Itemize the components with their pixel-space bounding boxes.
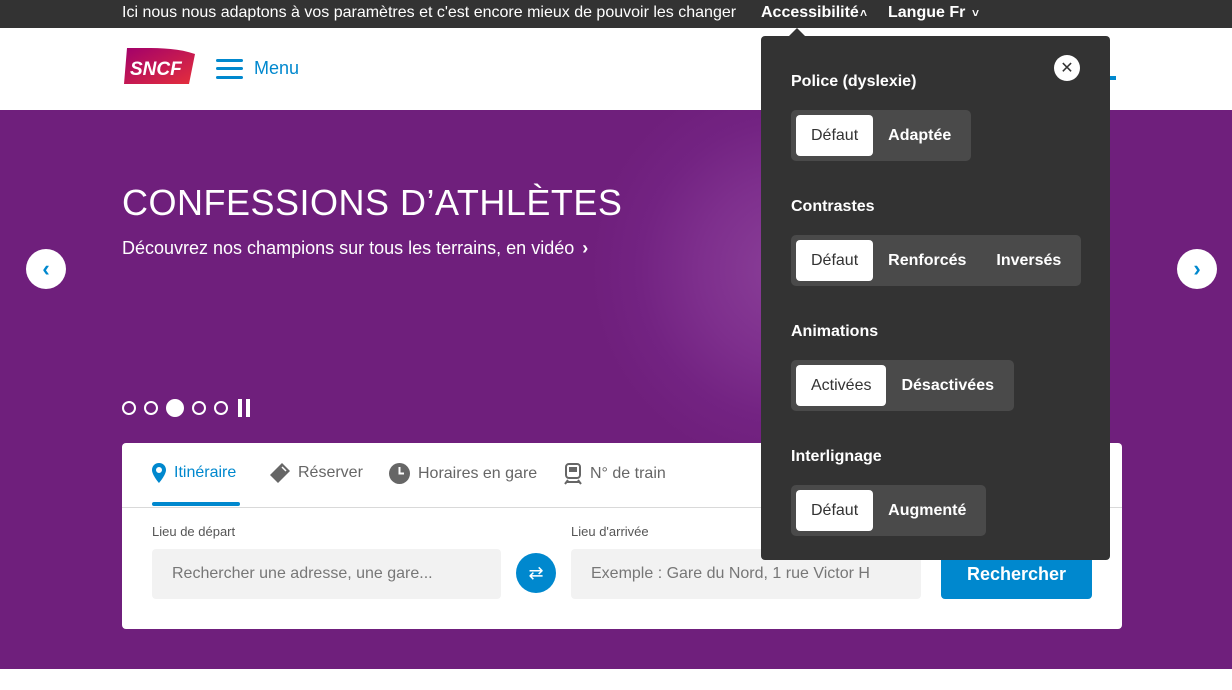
tab-itineraire[interactable]: Itinéraire [152, 463, 236, 483]
animations-option-enabled[interactable]: Activées [796, 365, 887, 406]
train-icon [564, 463, 582, 485]
departure-label: Lieu de départ [152, 524, 236, 539]
swap-button[interactable]: ⇄ [516, 553, 556, 593]
animations-options: Activées Désactivées [791, 360, 1014, 411]
carousel-next-button[interactable]: › [1177, 249, 1217, 289]
carousel-indicators [122, 399, 254, 417]
line-spacing-options: Défaut Augmenté [791, 485, 987, 536]
tab-label: Réserver [298, 464, 363, 481]
panel-caret [789, 28, 805, 36]
close-button[interactable]: ✕ [1054, 55, 1080, 81]
hamburger-icon [216, 58, 243, 79]
contrast-option-enhanced[interactable]: Renforcés [873, 240, 981, 281]
chevron-down-icon[interactable]: ˅ [972, 6, 979, 20]
chevron-right-icon: › [1193, 256, 1201, 281]
font-group-label: Police (dyslexie) [791, 73, 917, 90]
top-info-bar: Ici nous nous adaptons à vos paramètres … [0, 0, 1232, 28]
carousel-dot-1[interactable] [122, 401, 136, 415]
departure-input[interactable] [152, 549, 501, 599]
contrast-option-inverted[interactable]: Inversés [981, 240, 1076, 281]
tab-label: Horaires en gare [418, 464, 538, 482]
tab-numero-train[interactable]: N° de train [564, 463, 666, 485]
close-icon: ✕ [1060, 60, 1074, 77]
pause-icon[interactable] [238, 399, 254, 417]
logo-text: SNCF [130, 59, 183, 80]
carousel-dot-3[interactable] [166, 399, 184, 417]
settings-message: Ici nous nous adaptons à vos paramètres … [122, 4, 737, 21]
menu-button[interactable]: Menu [216, 58, 299, 79]
carousel-dot-5[interactable] [214, 401, 228, 415]
contrast-group-label: Contrastes [791, 198, 875, 215]
font-option-adapted[interactable]: Adaptée [873, 115, 966, 156]
language-selector[interactable]: Langue Fr [888, 4, 965, 22]
contrast-options: Défaut Renforcés Inversés [791, 235, 1082, 286]
chevron-right-icon: › [582, 238, 589, 258]
tab-horaires[interactable]: Horaires en gare [389, 463, 537, 484]
hero-subtitle-link[interactable]: Découvrez nos champions sur tous les ter… [122, 238, 588, 259]
font-option-default[interactable]: Défaut [796, 115, 874, 156]
tab-label: Itinéraire [174, 464, 237, 481]
font-options: Défaut Adaptée [791, 110, 972, 161]
clock-icon [389, 463, 410, 484]
line-spacing-group-label: Interlignage [791, 448, 882, 465]
menu-label: Menu [254, 58, 300, 78]
chevron-up-icon[interactable]: ˄ [860, 6, 867, 20]
sncf-logo[interactable]: SNCF [123, 46, 195, 84]
contrast-option-default[interactable]: Défaut [796, 240, 874, 281]
hero-title: CONFESSIONS D’ATHLÈTES [122, 182, 623, 223]
location-pin-icon [152, 463, 166, 483]
ticket-icon [270, 463, 290, 483]
line-spacing-option-default[interactable]: Défaut [796, 490, 874, 531]
swap-arrows-icon: ⇄ [528, 562, 544, 583]
chevron-left-icon: ‹ [42, 256, 50, 281]
active-tab-indicator [152, 502, 240, 506]
line-spacing-option-increased[interactable]: Augmenté [873, 490, 981, 531]
tab-reserver[interactable]: Réserver [270, 463, 363, 483]
carousel-dot-2[interactable] [144, 401, 158, 415]
arrival-label: Lieu d'arrivée [571, 524, 649, 539]
accessibility-toggle[interactable]: Accessibilité [761, 4, 859, 22]
hero-subtitle: Découvrez nos champions sur tous les ter… [122, 238, 575, 258]
accessibility-panel: ✕ Police (dyslexie) Défaut Adaptée Contr… [761, 28, 1110, 560]
carousel-dot-4[interactable] [192, 401, 206, 415]
carousel-prev-button[interactable]: ‹ [26, 249, 66, 289]
animations-option-disabled[interactable]: Désactivées [886, 365, 1009, 406]
tab-label: N° de train [590, 465, 666, 482]
animations-group-label: Animations [791, 323, 879, 340]
